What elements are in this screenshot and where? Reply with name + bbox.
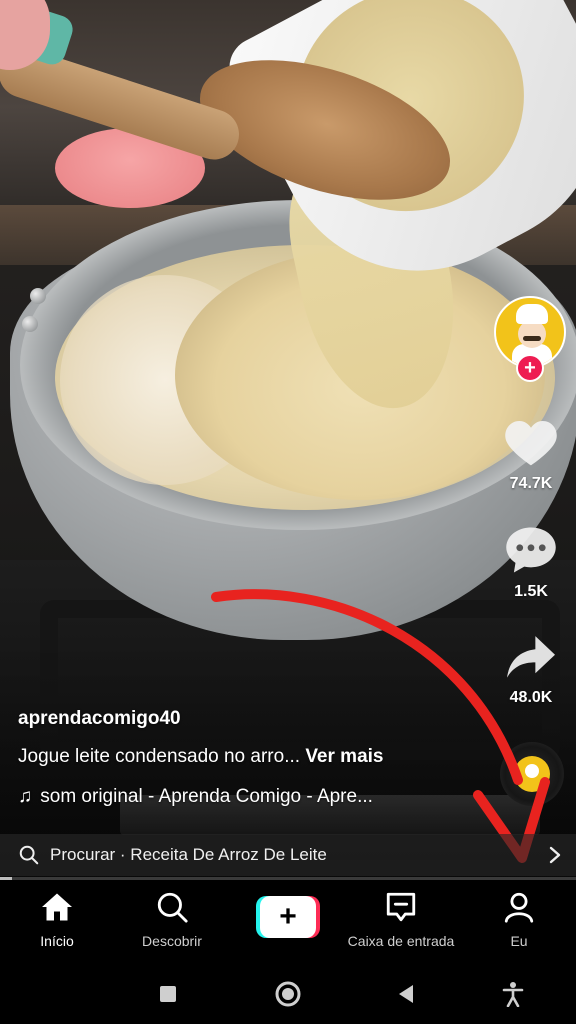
home-icon	[42, 893, 72, 921]
music-note-icon: ♫	[18, 786, 33, 807]
see-more-link[interactable]: Ver mais	[305, 746, 383, 767]
video-caption: Jogue leite condensado no arro... Ver ma…	[18, 746, 383, 768]
sound-info[interactable]: ♫ som original - Aprenda Comigo - Apre..…	[18, 786, 373, 808]
share-icon	[507, 636, 555, 678]
create-button[interactable]: +	[256, 896, 320, 938]
nav-profile[interactable]: Eu	[464, 890, 574, 949]
share-count: 48.0K	[509, 689, 553, 706]
nav-inbox-label: Caixa de entrada	[347, 933, 455, 949]
square-icon	[160, 986, 176, 1002]
plus-icon: +	[524, 357, 536, 379]
inbox-icon	[386, 892, 416, 922]
comment-button[interactable]: 1.5K	[496, 524, 566, 601]
comment-icon	[506, 527, 556, 573]
search-icon	[19, 845, 39, 865]
sound-title: som original - Aprenda Comigo - Apre...	[40, 786, 373, 807]
nav-home-label: Início	[40, 933, 74, 949]
nav-profile-label: Eu	[510, 933, 528, 949]
accessibility-icon	[502, 982, 524, 1007]
nav-home[interactable]: Início	[2, 890, 112, 949]
bottom-navigation: Início Descobrir + Caixa de entrada Eu	[0, 880, 576, 964]
back-triangle-icon	[399, 985, 413, 1003]
music-disc[interactable]	[500, 742, 564, 806]
plus-icon: +	[260, 896, 316, 938]
creator-username[interactable]: aprendacomigo40	[18, 708, 181, 730]
search-suggestion-text: Procurar · Receita De Arroz De Leite	[50, 845, 327, 864]
like-button[interactable]: 74.7K	[496, 416, 566, 493]
chevron-right-icon	[549, 846, 561, 864]
comment-count: 1.5K	[514, 583, 548, 600]
home-system-button[interactable]	[272, 978, 304, 1010]
accessibility-button[interactable]	[497, 978, 529, 1010]
search-suggestion-bar[interactable]: Procurar · Receita De Arroz De Leite	[0, 834, 576, 876]
heart-icon	[505, 421, 557, 466]
caption-text: Jogue leite condensado no arro...	[18, 746, 301, 767]
circle-icon	[275, 981, 301, 1007]
nav-discover[interactable]: Descobrir	[117, 890, 227, 949]
back-button[interactable]	[390, 978, 422, 1010]
search-icon	[157, 892, 188, 923]
nav-discover-label: Descobrir	[142, 933, 202, 949]
share-button[interactable]: 48.0K	[496, 634, 566, 707]
system-navigation-bar	[0, 964, 576, 1024]
like-count: 74.7K	[509, 475, 553, 492]
profile-icon	[504, 892, 534, 923]
follow-button[interactable]: +	[516, 354, 544, 382]
creator-avatar-group[interactable]: +	[494, 296, 566, 386]
recents-button[interactable]	[152, 978, 184, 1010]
nav-inbox[interactable]: Caixa de entrada	[346, 890, 456, 949]
